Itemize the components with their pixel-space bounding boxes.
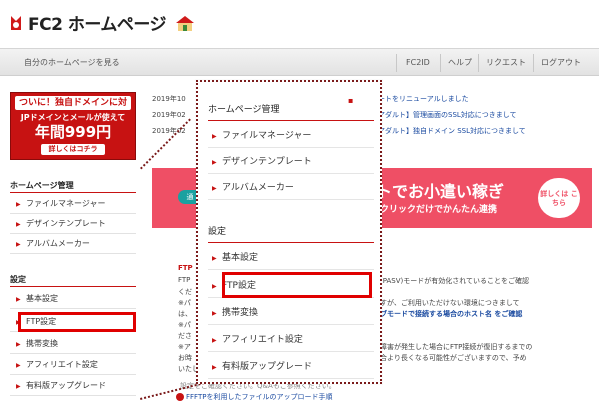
ftp-section-title: FTP — [178, 264, 193, 272]
nav-fc2id-link[interactable]: FC2ID — [406, 49, 430, 77]
popup-item-affiliate-settings[interactable]: ▶ アフィリエイト設定 — [208, 328, 374, 352]
content-text: くだ — [178, 288, 192, 296]
banner-headline: ついに！独自ドメインに対応 — [15, 96, 131, 122]
popup-item-file-manager[interactable]: ▶ ファイルマネージャー — [208, 124, 374, 148]
header: FC2 ホームページ — [0, 0, 599, 46]
arrow-right-icon: ▶ — [16, 341, 21, 348]
nav-logout-link[interactable]: ログアウト — [541, 49, 581, 77]
nav-help-link[interactable]: ヘルプ — [448, 49, 472, 77]
sidebar-heading-settings: 設定 — [10, 275, 26, 284]
nav-separator — [440, 54, 441, 72]
domain-promo-banner[interactable]: ついに！独自ドメインに対応 JPドメインとメールが使えて 年間999円 詳しくは… — [10, 92, 136, 160]
popup-heading-settings: 設定 — [208, 227, 227, 237]
arrow-right-icon: ▶ — [16, 362, 21, 369]
nav-separator — [533, 54, 534, 72]
sidebar-item-basic-settings[interactable]: ▶ 基本設定 — [10, 289, 136, 309]
zoomed-menu-callout: ホームページ管理 ▪ ▶ ファイルマネージャー ▶ デザインテンプレート ▶ アルバム… — [196, 80, 382, 384]
arrow-right-icon: ▶ — [212, 337, 217, 344]
arrow-right-icon: ▶ — [212, 364, 217, 371]
nav-separator — [396, 54, 397, 72]
arrow-right-icon: ▶ — [212, 310, 217, 317]
logo-text: FC2 ホームページ — [28, 15, 167, 35]
sidebar-item-label: デザインテンプレート — [26, 219, 106, 228]
popup-item-label: アルバムメーカー — [222, 183, 294, 193]
fc2-logo[interactable]: FC2 ホームページ — [8, 10, 196, 35]
sidebar-heading-divider — [10, 286, 136, 287]
arrow-right-icon: ▶ — [212, 255, 217, 262]
promo-subtitle: クリックだけでかんたん連携 — [380, 205, 498, 215]
arrow-right-icon: ▶ — [16, 201, 21, 208]
sidebar-item-paid-upgrade[interactable]: ▶ 有料版アップグレード — [10, 376, 136, 396]
sidebar-ftp-highlight-box — [18, 312, 136, 332]
popup-item-label: デザインテンプレート — [222, 157, 312, 167]
sidebar-item-design-template[interactable]: ▶ デザインテンプレート — [10, 214, 136, 234]
sidebar-item-label: アルバムメーカー — [26, 239, 90, 248]
promo-title: トでお小遣い稼ぎ — [376, 182, 505, 201]
bullet-icon — [176, 393, 184, 401]
fc2-mark-icon — [8, 14, 24, 32]
content-text: FTP — [178, 276, 191, 284]
arrow-right-icon: ▶ — [212, 185, 217, 192]
sidebar-item-file-manager[interactable]: ▶ ファイルマネージャー — [10, 194, 136, 214]
house-icon — [174, 14, 196, 32]
nav-separator — [478, 54, 479, 72]
popup-item-basic-settings[interactable]: ▶ 基本設定 — [208, 246, 374, 270]
arrow-right-icon: ▶ — [212, 133, 217, 140]
arrow-right-icon: ▶ — [16, 383, 21, 390]
content-text: 障害が発生した場合にFTP接続が復旧するまでの — [380, 343, 533, 351]
banner-price: 年間999円 — [34, 123, 112, 141]
popup-item-label: 携帯変換 — [222, 308, 259, 318]
popup-item-design-template[interactable]: ▶ デザインテンプレート — [208, 150, 374, 174]
ffftp-guide-link[interactable]: FFFTPを利用したファイルのアップロード手順 — [176, 392, 332, 402]
sidebar-item-label: アフィリエイト設定 — [26, 360, 98, 369]
news-link[interactable]: ートをリニューアルしました — [378, 94, 469, 104]
news-date: 2019年10 — [152, 95, 186, 103]
sidebar-heading-homepage: ホームページ管理 — [10, 181, 74, 190]
banner-details-button[interactable]: 詳しくはコチラ — [41, 144, 105, 155]
sidebar-heading-divider — [10, 192, 136, 193]
popup-item-mobile-conversion[interactable]: ▶ 携帯変換 — [208, 301, 374, 325]
popup-heading-divider — [208, 120, 374, 121]
popup-ftp-highlight-box — [222, 272, 372, 298]
popup-item-paid-upgrade[interactable]: ▶ 有料版アップグレード — [208, 355, 374, 379]
nav-my-page-link[interactable]: 自分のホームページを見る — [24, 49, 120, 77]
news-link[interactable]: アダルト】管理画面のSSL対応につきまして — [378, 110, 517, 120]
sidebar-item-label: ファイルマネージャー — [26, 199, 106, 208]
nav-request-link[interactable]: リクエスト — [486, 49, 526, 77]
sidebar-item-album-maker[interactable]: ▶ アルバムメーカー — [10, 234, 136, 254]
popup-heading-homepage: ホームページ管理 — [208, 105, 280, 115]
news-link[interactable]: アダルト】独自ドメイン SSL対応につきまして — [378, 126, 526, 136]
sidebar-item-label: 携帯変換 — [26, 339, 58, 348]
sidebar-item-mobile-conversion[interactable]: ▶ 携帯変換 — [10, 334, 136, 354]
content-text: (PASV)モードが有効化されていることをご確認 — [380, 277, 530, 285]
popup-heading-divider — [208, 242, 374, 243]
sidebar-item-label: 基本設定 — [26, 294, 58, 303]
arrow-right-icon: ▶ — [212, 283, 217, 290]
popup-item-album-maker[interactable]: ▶ アルバムメーカー — [208, 176, 374, 200]
content-text: ださ — [178, 332, 192, 340]
content-text: ※パ — [178, 299, 191, 307]
news-date: 2019年02 — [152, 111, 186, 119]
content-text: ※ア — [178, 343, 191, 351]
popup-item-label: アフィリエイト設定 — [222, 335, 303, 345]
content-text: ※パ — [178, 321, 191, 329]
content-text: お時 — [178, 354, 192, 362]
content-text: は、 — [178, 310, 192, 318]
top-navbar: 自分のホームページを見る FC2ID ヘルプ リクエスト ログアウト — [0, 48, 599, 76]
content-text: ブモードで接続する場合のホスト名 をご確認 — [380, 310, 523, 318]
sidebar-item-affiliate-settings[interactable]: ▶ アフィリエイト設定 — [10, 355, 136, 375]
content-text: すが、ご利用いただけない環境につきまして — [380, 299, 520, 307]
arrow-right-icon: ▶ — [212, 159, 217, 166]
arrow-right-icon: ▶ — [16, 296, 21, 303]
sidebar-item-label: 有料版アップグレード — [26, 381, 106, 390]
popup-item-label: 基本設定 — [222, 253, 259, 263]
popup-mark-icon: ▪ — [348, 96, 354, 105]
promo-details-button[interactable]: 詳しくは こちら — [538, 178, 580, 218]
popup-item-label: 有料版アップグレード — [222, 362, 313, 372]
popup-item-label: ファイルマネージャー — [222, 131, 312, 141]
arrow-right-icon: ▶ — [16, 241, 21, 248]
ffftp-guide-label: FFFTPを利用したファイルのアップロード手順 — [186, 393, 333, 401]
arrow-right-icon: ▶ — [16, 221, 21, 228]
content-text: 合より長くなる可能性がございますので、予め — [380, 354, 527, 362]
